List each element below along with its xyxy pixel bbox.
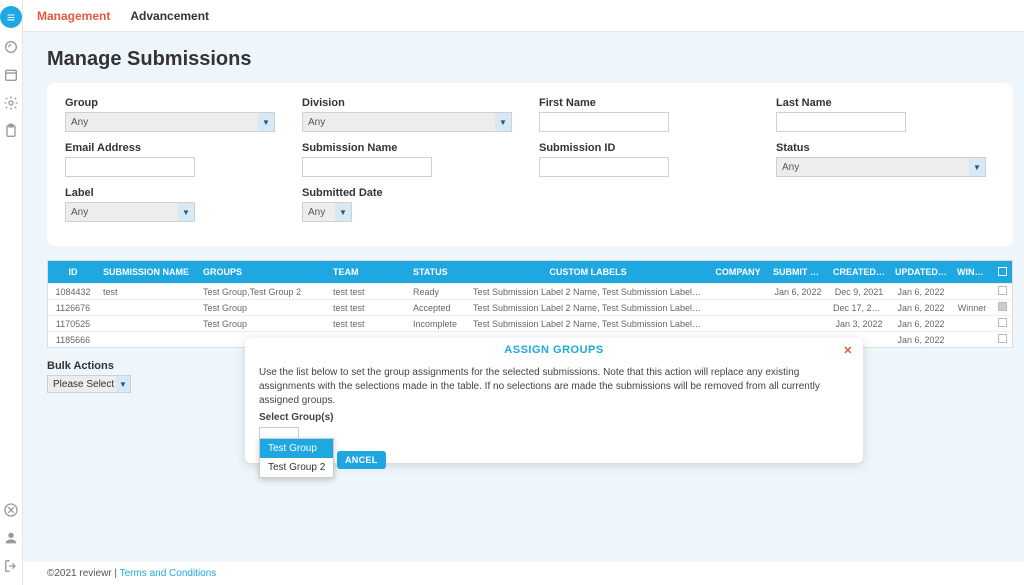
footer-copyright: ©2021 reviewr | — [47, 568, 120, 579]
filter-last-name[interactable] — [776, 112, 906, 132]
footer: ©2021 reviewr | Terms and Conditions — [23, 562, 1024, 585]
label-sub-id: Submission ID — [539, 142, 758, 154]
chevron-down-icon: ▼ — [495, 113, 511, 131]
th-created[interactable]: CREATED DATE — [828, 267, 890, 277]
row-checkbox[interactable] — [998, 302, 1007, 311]
filter-sub-date[interactable]: Any▼ — [302, 202, 352, 222]
assign-groups-modal: ASSIGN GROUPS ✕ Use the list below to se… — [245, 338, 863, 463]
filter-first-name[interactable] — [539, 112, 669, 132]
tab-advancement[interactable]: Advancement — [130, 9, 209, 23]
clipboard-icon[interactable] — [2, 122, 20, 140]
chevron-down-icon: ▼ — [335, 203, 351, 221]
label-group: Group — [65, 97, 284, 109]
row-checkbox[interactable] — [998, 318, 1007, 327]
modal-title: ASSIGN GROUPS — [504, 344, 603, 356]
close-icon[interactable]: ✕ — [843, 344, 853, 357]
bulk-select[interactable]: Please Select▼ — [47, 375, 131, 393]
th-team[interactable]: TEAM — [328, 267, 408, 277]
filter-status[interactable]: Any▼ — [776, 157, 986, 177]
logout-icon[interactable] — [2, 557, 20, 575]
label-first-name: First Name — [539, 97, 758, 109]
modal-text: Use the list below to set the group assi… — [259, 366, 849, 408]
filter-division[interactable]: Any▼ — [302, 112, 512, 132]
help-icon[interactable] — [2, 501, 20, 519]
th-updated[interactable]: UPDATED DATE — [890, 267, 952, 277]
filter-sub-name[interactable] — [302, 157, 432, 177]
th-groups[interactable]: GROUPS — [198, 267, 328, 277]
label-sub-date: Submitted Date — [302, 187, 521, 199]
group-dropdown: Test Group Test Group 2 — [259, 438, 334, 478]
filter-group[interactable]: Any▼ — [65, 112, 275, 132]
table-row[interactable]: 1084432testTest Group,Test Group 2test t… — [48, 283, 1012, 299]
th-id[interactable]: ID — [48, 267, 98, 277]
chevron-down-icon: ▼ — [969, 158, 985, 176]
chevron-down-icon: ▼ — [258, 113, 274, 131]
group-option[interactable]: Test Group — [260, 439, 333, 458]
table-row[interactable]: 1126676Test Grouptest testAcceptedTest S… — [48, 299, 1012, 315]
gear-icon[interactable] — [2, 94, 20, 112]
th-labels[interactable]: CUSTOM LABELS — [468, 267, 708, 277]
modal-select-label: Select Group(s) — [259, 412, 849, 423]
table-header: ID SUBMISSION NAME GROUPS TEAM STATUS CU… — [48, 261, 1012, 283]
filter-label[interactable]: Any▼ — [65, 202, 195, 222]
filter-sub-id[interactable] — [539, 157, 669, 177]
chevron-down-icon: ▼ — [116, 376, 130, 392]
th-check[interactable] — [992, 267, 1012, 278]
th-status[interactable]: STATUS — [408, 267, 468, 277]
filter-email[interactable] — [65, 157, 195, 177]
page-title: Manage Submissions — [47, 48, 1013, 71]
topbar: Management Advancement — [23, 0, 1024, 32]
cancel-button[interactable]: ANCEL — [337, 451, 386, 469]
tab-management[interactable]: Management — [37, 9, 110, 23]
label-sub-name: Submission Name — [302, 142, 521, 154]
row-checkbox[interactable] — [998, 286, 1007, 295]
label-lbl: Label — [65, 187, 284, 199]
submissions-table: ID SUBMISSION NAME GROUPS TEAM STATUS CU… — [47, 260, 1013, 348]
label-status: Status — [776, 142, 995, 154]
label-division: Division — [302, 97, 521, 109]
dashboard-icon[interactable] — [2, 38, 20, 56]
th-submit[interactable]: SUBMIT TIME — [768, 267, 828, 277]
th-name[interactable]: SUBMISSION NAME — [98, 267, 198, 277]
row-checkbox[interactable] — [998, 334, 1007, 343]
th-company[interactable]: COMPANY — [708, 267, 768, 277]
terms-link[interactable]: Terms and Conditions — [120, 568, 217, 579]
group-option[interactable]: Test Group 2 — [260, 458, 333, 477]
user-icon[interactable] — [2, 529, 20, 547]
filter-card: Group Any▼ Division Any▼ First Name Last N… — [47, 83, 1013, 246]
logo[interactable]: ≡ — [0, 6, 22, 28]
label-last-name: Last Name — [776, 97, 995, 109]
th-winner[interactable]: WINNER — [952, 267, 992, 277]
sidebar: ≡ — [0, 0, 23, 585]
chevron-down-icon: ▼ — [178, 203, 194, 221]
label-email: Email Address — [65, 142, 284, 154]
table-row[interactable]: 1170525Test Grouptest testIncompleteTest… — [48, 315, 1012, 331]
calendar-icon[interactable] — [2, 66, 20, 84]
